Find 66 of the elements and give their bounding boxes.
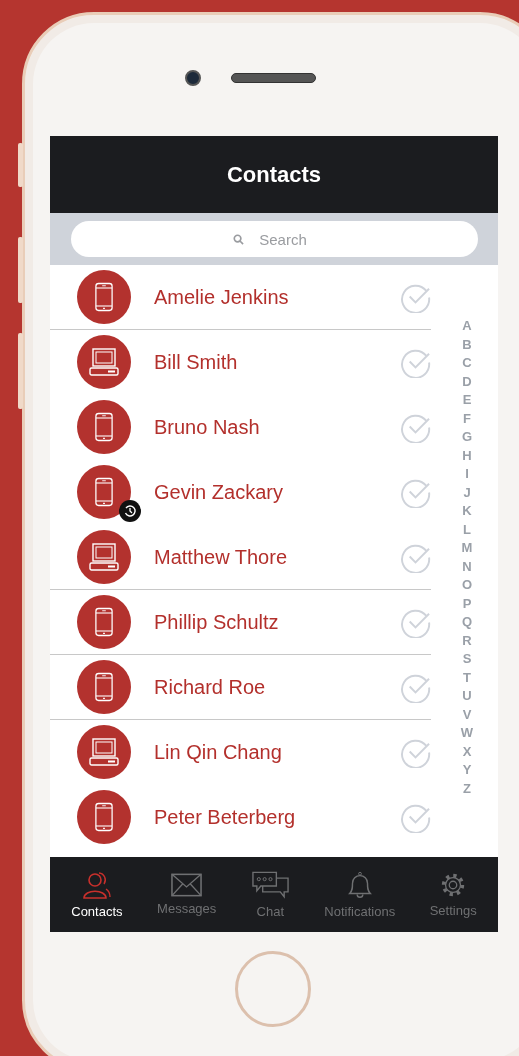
contact-name: Peter Beterberg — [154, 805, 297, 829]
contact-row[interactable]: Phillip Schultz — [50, 590, 431, 655]
smartphone-icon — [95, 672, 113, 702]
contact-name: Richard Roe — [154, 675, 267, 699]
index-letter[interactable]: S — [462, 650, 472, 669]
index-letter[interactable]: N — [462, 557, 472, 576]
smartphone-icon — [95, 282, 113, 312]
tab[interactable]: Settings — [429, 871, 477, 918]
contact-name: Gevin Zackary — [154, 480, 284, 504]
contact-row[interactable]: Lin Qin Chang — [50, 720, 431, 785]
home-button[interactable] — [235, 951, 311, 1027]
contact-name: Lin Qin Chang — [154, 740, 283, 764]
index-letter[interactable]: G — [461, 428, 473, 447]
index-letter[interactable]: Z — [463, 779, 471, 798]
index-letter[interactable]: T — [463, 668, 471, 687]
index-letter[interactable]: W — [460, 724, 474, 743]
index-letter[interactable]: O — [461, 576, 473, 595]
contact-row[interactable]: Amelie Jenkins — [50, 265, 431, 330]
computer-icon — [89, 543, 119, 571]
search-icon — [232, 234, 244, 245]
tab[interactable]: Contacts — [71, 870, 123, 919]
index-letter[interactable]: V — [462, 705, 472, 724]
index-letter[interactable]: R — [462, 631, 472, 650]
tab[interactable]: Messages — [157, 873, 217, 916]
index-letter[interactable]: Y — [462, 761, 472, 780]
camera-icon — [185, 69, 201, 86]
index-letter[interactable]: C — [462, 354, 472, 373]
index-letter[interactable]: U — [462, 687, 472, 706]
index-letter[interactable]: P — [462, 594, 472, 613]
chat-bubbles-icon — [250, 870, 290, 900]
index-letter[interactable]: F — [463, 409, 471, 428]
contact-row[interactable]: Bill Smith — [50, 330, 431, 395]
contact-name: Bill Smith — [154, 350, 239, 374]
computer-icon — [89, 348, 119, 376]
smartphone-icon — [95, 477, 113, 507]
contact-row[interactable]: Peter Beterberg — [50, 785, 431, 850]
envelope-icon — [171, 873, 203, 897]
index-letter[interactable]: X — [462, 742, 472, 761]
index-letter[interactable]: Q — [461, 613, 473, 632]
contact-name: Phillip Schultz — [154, 610, 280, 634]
contact-name: Bruno Nash — [154, 415, 261, 439]
smartphone-icon — [95, 412, 113, 442]
computer-icon — [89, 738, 119, 766]
index-letter[interactable]: I — [465, 465, 469, 484]
smartphone-icon — [95, 802, 113, 832]
search-field[interactable]: Search — [70, 221, 478, 257]
index-letter[interactable]: K — [462, 502, 472, 521]
contact-name: Amelie Jenkins — [154, 285, 290, 309]
index-letter[interactable]: J — [463, 483, 471, 502]
index-letter[interactable]: L — [463, 520, 471, 539]
contact-row[interactable]: Richard Roe — [50, 655, 431, 720]
tab[interactable]: Notifications — [324, 870, 396, 919]
contact-row[interactable]: Gevin Zackary — [50, 460, 431, 525]
index-letter[interactable]: H — [462, 446, 472, 465]
index-letter[interactable]: D — [462, 372, 472, 391]
index-letter[interactable]: B — [462, 335, 472, 354]
contact-row[interactable]: Matthew Thore — [50, 525, 431, 590]
index-letter[interactable]: A — [462, 317, 472, 336]
index-letter[interactable]: M — [461, 539, 473, 558]
person-icon — [81, 870, 112, 900]
tab[interactable]: Chat — [250, 870, 290, 919]
contact-name: Matthew Thore — [154, 545, 289, 569]
screen-title: Contacts — [226, 161, 322, 188]
contact-row[interactable]: Bruno Nash — [50, 395, 431, 460]
smartphone-icon — [95, 607, 113, 637]
index-letter[interactable]: E — [462, 391, 472, 410]
